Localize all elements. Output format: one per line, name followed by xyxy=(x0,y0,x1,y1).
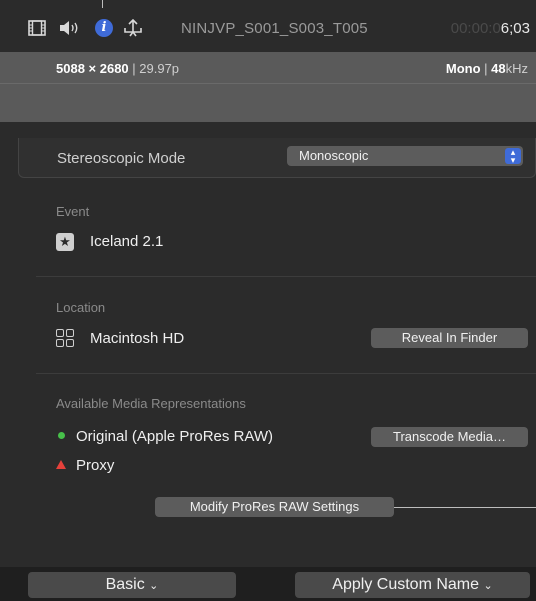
chevron-down-icon: ⌄ xyxy=(149,580,159,592)
film-icon[interactable] xyxy=(27,18,47,38)
inspector-header: i NINJVP_S001_S003_T005 00:00:06;03 xyxy=(0,8,536,48)
proxy-status-icon xyxy=(56,460,66,469)
divider xyxy=(36,373,536,374)
basic-menu-label: Basic xyxy=(105,576,145,593)
apply-custom-name-label: Apply Custom Name xyxy=(332,576,480,593)
resolution-value: 5088 × 2680 xyxy=(56,61,129,76)
stereoscopic-mode-value: Monoscopic xyxy=(299,148,369,163)
chevron-down-icon: ⌄ xyxy=(483,580,493,592)
proxy-media-label: Proxy xyxy=(76,457,115,474)
resolution-readout: 5088 × 2680 | 29.97p xyxy=(56,61,180,76)
event-section-label: Event xyxy=(56,204,90,219)
timecode-bright: 6;03 xyxy=(500,20,530,37)
location-section-label: Location xyxy=(56,300,106,315)
media-section-label: Available Media Representations xyxy=(56,396,246,411)
drive-icon xyxy=(56,329,74,347)
stereoscopic-mode-select[interactable]: Monoscopic ▴ ▾ xyxy=(287,146,523,166)
location-name: Macintosh HD xyxy=(90,330,185,347)
modify-prores-raw-settings-button[interactable]: Modify ProRes RAW Settings xyxy=(155,497,394,517)
reveal-in-finder-button[interactable]: Reveal In Finder xyxy=(371,328,528,348)
audio-readout: Mono | 48kHz xyxy=(445,61,528,76)
stereoscopic-mode-label: Stereoscopic Mode xyxy=(57,150,186,167)
event-name: Iceland 2.1 xyxy=(90,233,164,250)
chevron-updown-icon: ▴ ▾ xyxy=(505,148,521,165)
share-icon[interactable] xyxy=(122,18,144,38)
clip-name: NINJVP_S001_S003_T005 xyxy=(181,20,368,37)
apply-custom-name-button[interactable]: Apply Custom Name ⌄ xyxy=(295,572,530,598)
basic-menu-button[interactable]: Basic ⌄ xyxy=(28,572,236,598)
stereoscopic-panel: Stereoscopic Mode Monoscopic ▴ ▾ xyxy=(18,138,536,178)
clip-info-band: 5088 × 2680 | 29.97p Mono | 48kHz xyxy=(0,52,536,122)
timecode-dim: 00:00:0 xyxy=(450,20,501,37)
audio-channels-value: Mono xyxy=(445,61,481,76)
timecode: 00:00:06;03 xyxy=(451,20,530,37)
divider xyxy=(36,276,536,277)
frame-rate-value: 29.97p xyxy=(139,61,180,76)
callout-line-top xyxy=(102,0,103,8)
bottom-bar: Basic ⌄ Apply Custom Name ⌄ xyxy=(0,567,536,601)
speaker-icon[interactable] xyxy=(58,18,82,38)
transcode-media-button[interactable]: Transcode Media… xyxy=(371,427,528,447)
clip-info-row: 5088 × 2680 | 29.97p Mono | 48kHz xyxy=(0,52,536,84)
sample-rate-unit: kHz xyxy=(505,61,528,76)
callout-line-modify xyxy=(394,507,536,508)
star-icon: ★ xyxy=(56,233,74,251)
sample-rate-value: 48 xyxy=(491,61,506,76)
original-status-icon xyxy=(58,432,65,439)
original-media-label: Original (Apple ProRes RAW) xyxy=(76,428,273,445)
info-icon[interactable]: i xyxy=(94,18,114,38)
